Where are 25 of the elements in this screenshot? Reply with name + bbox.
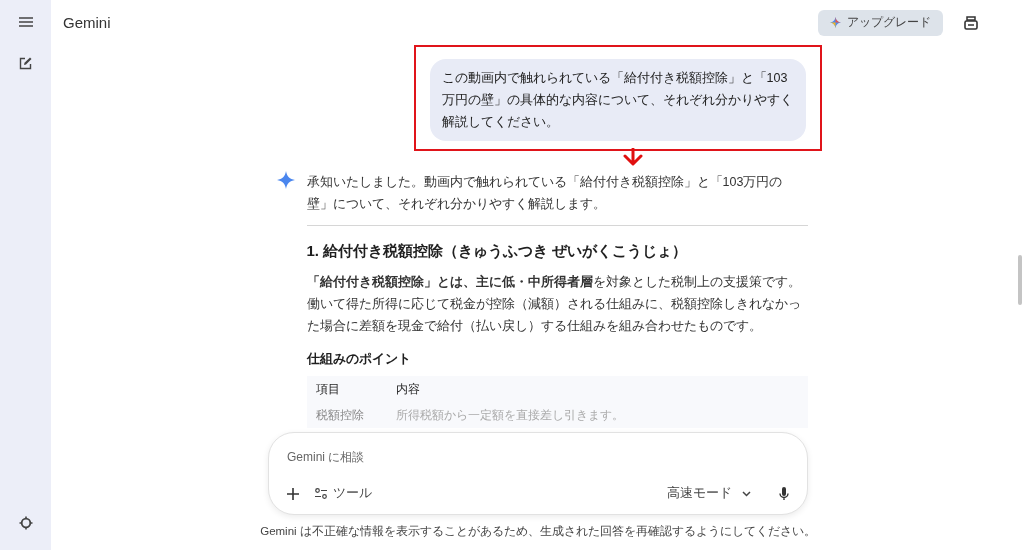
- chevron-down-icon: [742, 490, 751, 497]
- subheading: 仕組みのポイント: [306, 351, 412, 368]
- edit-icon[interactable]: [19, 57, 32, 70]
- menu-icon[interactable]: [18, 17, 33, 27]
- section-heading: 1. 給付付き税額控除（きゅうふつき ぜいがくこうじょ）: [306, 242, 689, 261]
- add-icon[interactable]: [287, 487, 299, 500]
- mode-dropdown[interactable]: 高速モード: [667, 485, 751, 502]
- table-cell: 所得税額から一定額を直接差し引きます。: [395, 406, 624, 424]
- user-message: この動画内で触れられている「給付付き税額控除」と「103万円の壁」の具体的な内容について、それぞれ分かりやすく解説してください。: [429, 59, 806, 141]
- print-icon[interactable]: [964, 15, 978, 30]
- scrollbar-thumb[interactable]: [1018, 255, 1022, 305]
- microphone-icon[interactable]: [779, 486, 789, 501]
- tools-button[interactable]: ツール: [315, 485, 372, 502]
- column-header: 内容: [395, 380, 420, 398]
- upgrade-button[interactable]: アップグレード: [818, 9, 943, 36]
- sparkle-icon: [276, 171, 295, 189]
- app-title: Gemini: [63, 14, 111, 31]
- sparkle-icon: [830, 17, 841, 28]
- settings-icon[interactable]: [18, 516, 33, 530]
- response-intro: 承知いたしました。動画内で触れられている「給付付き税額控除」と「103万円の壁」について、それぞれ分かりやすく解説します。: [306, 174, 784, 213]
- table-cell-text: 税額控除: [315, 406, 365, 424]
- column-header: 項目: [315, 380, 341, 398]
- response-paragraph: 「給付付き税額控除」とは、主に低・中所得者層を対象とした税制上の支援策です。働いて得た所得に応じて税金が控除（減額）される仕組みに、税額控除しきれなかった場合に差額を現金で給付（払い戻し）する仕組みを組み合わせたものです。: [306, 273, 802, 335]
- tools-icon: [315, 488, 327, 499]
- disclaimer-text: Gemini は不正確な情報を表示することがあるため、生成された回答を再確認するようにしてください。: [259, 524, 817, 539]
